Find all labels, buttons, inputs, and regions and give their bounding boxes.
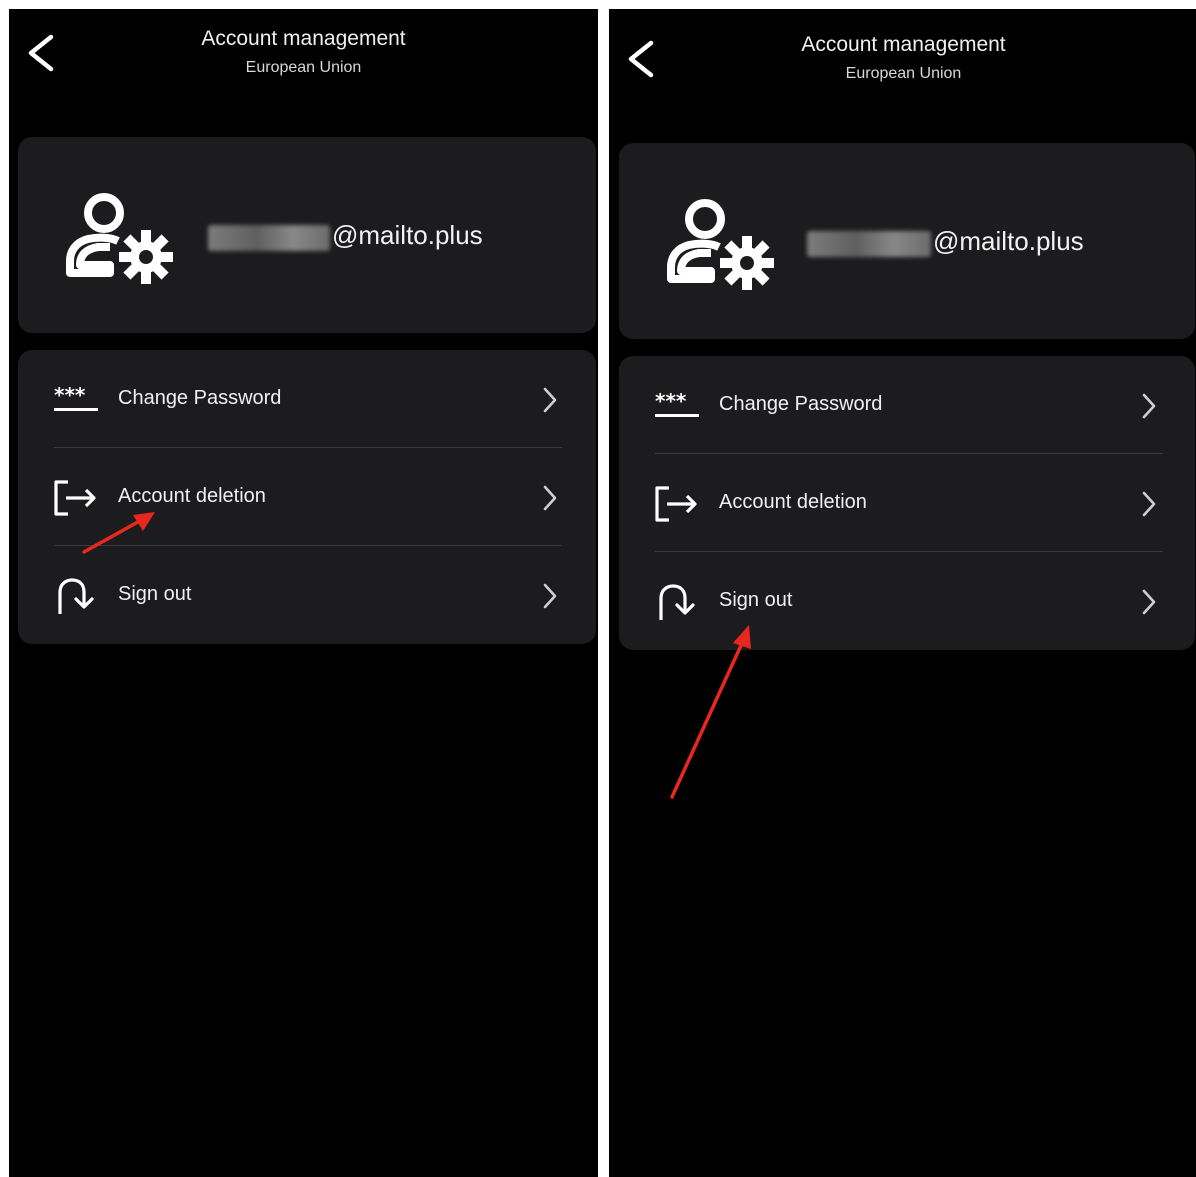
screen-left: Account management European Union @mailt…: [9, 9, 598, 1177]
menu-item-sign-out[interactable]: Sign out: [18, 546, 596, 644]
menu-item-change-password[interactable]: *** Change Password: [619, 356, 1195, 454]
menu-item-account-deletion[interactable]: Account deletion: [18, 448, 596, 546]
settings-menu: *** Change Password Account deletion Sig…: [619, 356, 1195, 650]
password-icon: ***: [54, 383, 98, 411]
menu-item-sign-out[interactable]: Sign out: [619, 552, 1195, 650]
menu-item-label: Sign out: [719, 589, 793, 611]
account-card: @mailto.plus: [619, 143, 1195, 339]
chevron-right-icon: [543, 485, 557, 511]
chevron-right-icon: [543, 387, 557, 413]
menu-item-label: Account deletion: [719, 491, 867, 513]
svg-text:***: ***: [655, 389, 687, 413]
page-title: Account management: [201, 27, 406, 50]
page-title: Account management: [801, 33, 1006, 56]
email-redaction: [208, 225, 330, 251]
svg-text:***: ***: [54, 383, 86, 407]
password-icon: ***: [655, 389, 699, 417]
menu-item-label: Change Password: [118, 387, 282, 409]
settings-menu: *** Change Password Account deletion Sig…: [18, 350, 596, 644]
account-card: @mailto.plus: [18, 137, 596, 333]
logout-box-icon: [54, 480, 96, 516]
u-turn-arrow-icon: [58, 578, 94, 614]
menu-item-label: Sign out: [118, 583, 192, 605]
screen-right: Account management European Union @mailt…: [609, 9, 1196, 1177]
user-settings-icon: [66, 193, 173, 284]
chevron-right-icon: [1142, 491, 1156, 517]
chevron-right-icon: [543, 583, 557, 609]
menu-item-label: Change Password: [719, 393, 883, 415]
account-email: @mailto.plus: [933, 226, 1084, 256]
logout-box-icon: [655, 486, 697, 522]
menu-item-label: Account deletion: [118, 485, 266, 507]
chevron-right-icon: [1142, 393, 1156, 419]
menu-item-account-deletion[interactable]: Account deletion: [619, 454, 1195, 552]
menu-item-change-password[interactable]: *** Change Password: [18, 350, 596, 448]
u-turn-arrow-icon: [659, 584, 695, 620]
user-settings-icon: [667, 199, 774, 290]
page-subtitle: European Union: [245, 59, 362, 76]
email-redaction: [807, 231, 931, 257]
account-email: @mailto.plus: [332, 220, 483, 250]
page-subtitle: European Union: [845, 65, 962, 82]
chevron-right-icon: [1142, 589, 1156, 615]
